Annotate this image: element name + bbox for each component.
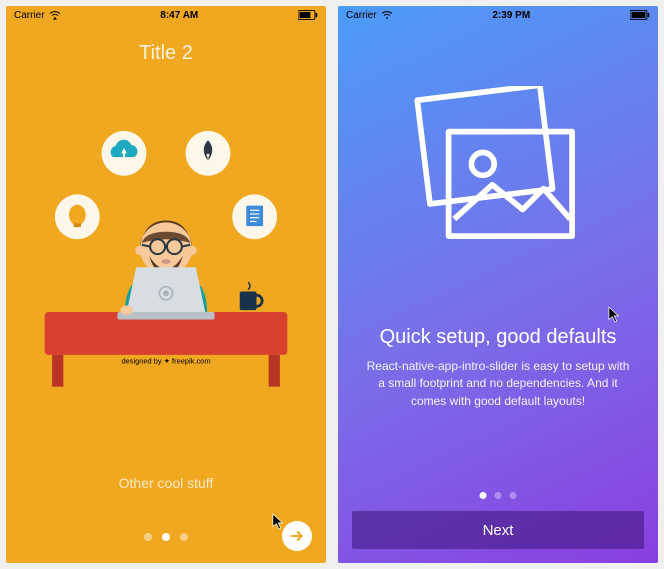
slide-subtitle: Other cool stuff: [6, 475, 326, 491]
slide-illustration: [338, 86, 658, 276]
pagination-dots[interactable]: [144, 533, 188, 541]
pagination-dot[interactable]: [144, 533, 152, 541]
battery-icon: [630, 10, 650, 20]
slide-description: React-native-app-intro-slider is easy to…: [362, 358, 634, 410]
battery-icon: [298, 10, 318, 20]
wifi-icon: [381, 10, 393, 20]
slide-title: Quick setup, good defaults: [338, 326, 658, 349]
next-button[interactable]: Next: [352, 511, 644, 549]
images-stack-icon: [403, 86, 593, 276]
clock-label: 2:39 PM: [492, 10, 530, 21]
slide-title: Title 2: [6, 42, 326, 65]
next-button-label: Next: [483, 522, 514, 539]
wifi-icon: [49, 10, 61, 20]
pagination-dot[interactable]: [480, 492, 487, 499]
status-bar: Carrier 2:39 PM: [338, 6, 658, 24]
next-button[interactable]: [282, 521, 312, 551]
pagination-dots[interactable]: [480, 492, 517, 499]
carrier-label: Carrier: [346, 10, 377, 21]
pagination-dot[interactable]: [495, 492, 502, 499]
status-bar: Carrier 8:47 AM: [6, 6, 326, 24]
onboarding-screen-left: Carrier 8:47 AM Title 2: [6, 6, 326, 563]
arrow-right-icon: [289, 528, 305, 544]
slide-illustration: designed by ✦ freepik.com: [6, 116, 326, 396]
pagination-dot[interactable]: [180, 533, 188, 541]
mouse-cursor-icon: [608, 306, 622, 324]
clock-label: 8:47 AM: [160, 10, 198, 21]
pagination-dot[interactable]: [510, 492, 517, 499]
attribution-label: designed by ✦ freepik.com: [121, 356, 210, 365]
pagination-dot[interactable]: [162, 533, 170, 541]
carrier-label: Carrier: [14, 10, 45, 21]
onboarding-screen-right: Carrier 2:39 PM: [338, 6, 658, 563]
